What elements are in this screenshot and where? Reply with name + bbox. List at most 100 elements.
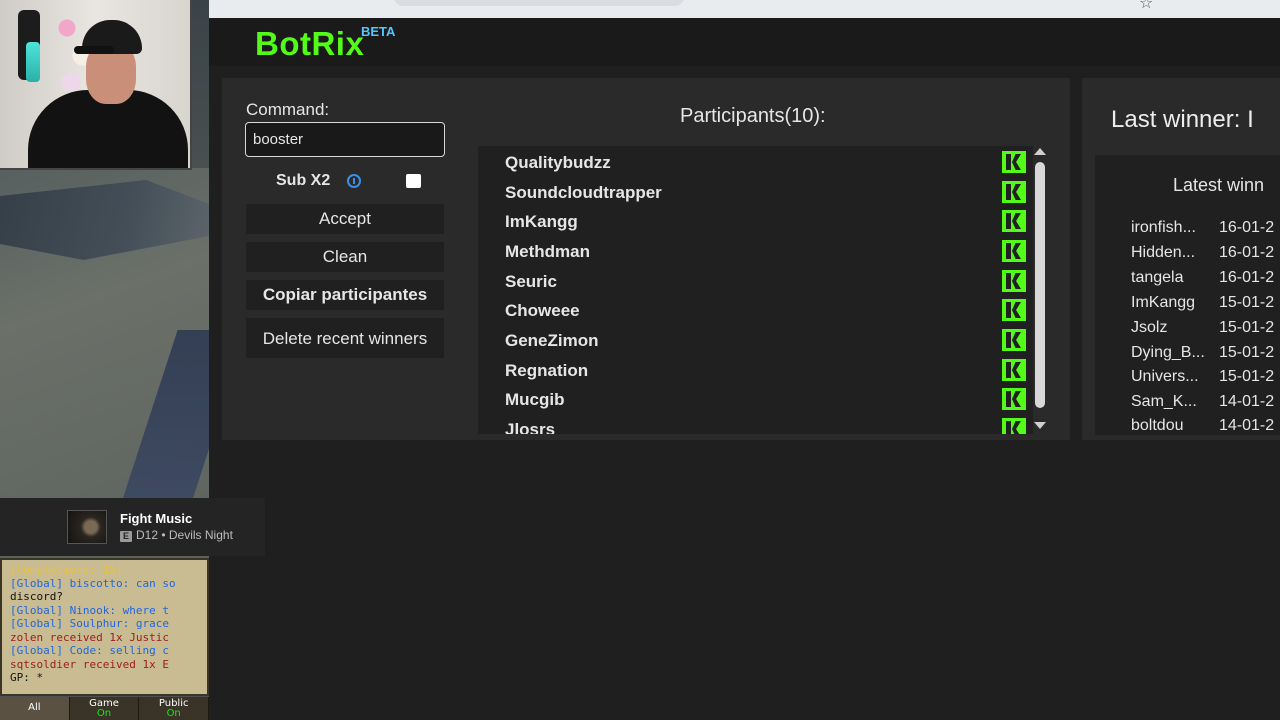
album-art bbox=[67, 510, 107, 544]
botrix-logo[interactable]: BotRix bbox=[255, 25, 364, 63]
winner-date: 14-01-2 bbox=[1219, 417, 1275, 434]
winner-name: Jsolz bbox=[1131, 319, 1168, 336]
winner-date: 15-01-2 bbox=[1219, 294, 1275, 311]
participant-row[interactable]: ImKangg bbox=[505, 207, 1026, 237]
chat-line: discord? bbox=[10, 590, 63, 603]
chat-tab-label: All bbox=[28, 702, 41, 713]
chat-tab-game[interactable]: Game On bbox=[70, 697, 140, 720]
kick-icon bbox=[1002, 299, 1026, 321]
chat-tab-public[interactable]: Public On bbox=[139, 697, 210, 720]
scroll-up-arrow-icon[interactable] bbox=[1034, 148, 1046, 155]
kick-icon bbox=[1002, 210, 1026, 232]
winner-date: 14-01-2 bbox=[1219, 393, 1275, 410]
participant-row[interactable]: Mucgib bbox=[505, 385, 1026, 415]
command-label: Command: bbox=[246, 100, 330, 119]
participant-name: Methdman bbox=[505, 242, 590, 261]
participant-row[interactable]: GeneZimon bbox=[505, 326, 1026, 356]
chat-line: [Global] Code: selling c bbox=[10, 644, 169, 657]
participants-title: Participants(10): bbox=[680, 105, 826, 127]
participant-row[interactable]: Seuric bbox=[505, 267, 1026, 297]
botrix-header: BotRix BETA bbox=[209, 18, 1280, 66]
streamer-cap-brim bbox=[74, 46, 114, 54]
winner-date: 16-01-2 bbox=[1219, 244, 1275, 261]
winner-date: 15-01-2 bbox=[1219, 368, 1275, 385]
song-title: Fight Music bbox=[120, 511, 193, 526]
info-icon[interactable] bbox=[347, 174, 361, 188]
kick-icon bbox=[1002, 388, 1026, 410]
chat-line: GP: * bbox=[10, 671, 44, 684]
game-chatbox: [Completions: 15] [Global] biscotto: can… bbox=[0, 558, 209, 696]
kick-icon bbox=[1002, 270, 1026, 292]
participant-name: Seuric bbox=[505, 272, 557, 291]
participant-name: Regnation bbox=[505, 361, 589, 380]
participant-name: Choweee bbox=[505, 301, 580, 320]
chat-tab-state: On bbox=[166, 708, 181, 719]
scrollbar-thumb[interactable] bbox=[1035, 162, 1045, 408]
participant-row[interactable]: Regnation bbox=[505, 356, 1026, 386]
url-field[interactable] bbox=[394, 0, 684, 6]
explicit-icon: E bbox=[120, 531, 132, 542]
latest-winners-title: Latest winn bbox=[1173, 175, 1265, 195]
delete-recent-winners-button[interactable]: Delete recent winners bbox=[246, 318, 444, 358]
chat-line: [Global] Ninook: where t bbox=[10, 603, 169, 617]
participant-name: ImKangg bbox=[505, 212, 578, 231]
winner-date: 15-01-2 bbox=[1219, 344, 1275, 361]
last-winner-label: Last winner: I bbox=[1111, 106, 1254, 133]
song-artist: E D12 • Devils Night bbox=[120, 528, 233, 542]
song-subtitle: D12 • Devils Night bbox=[136, 528, 233, 542]
winner-name: tangela bbox=[1131, 269, 1184, 286]
clean-button[interactable]: Clean bbox=[246, 242, 444, 272]
participant-row[interactable]: Choweee bbox=[505, 296, 1026, 326]
participant-name: Qualitybudzz bbox=[505, 153, 611, 172]
winner-row: ImKangg 15-01-2 bbox=[1131, 294, 1280, 319]
kick-icon bbox=[1002, 329, 1026, 351]
winner-row: Hidden... 16-01-2 bbox=[1131, 244, 1280, 269]
chat-tab-all[interactable]: All bbox=[0, 697, 70, 720]
beta-badge: BETA bbox=[361, 24, 396, 39]
winner-name: Univers... bbox=[1131, 368, 1199, 385]
chat-line: [Completions: 15] bbox=[10, 563, 123, 576]
now-playing-widget bbox=[0, 498, 265, 556]
copy-participants-button[interactable]: Copiar participantes bbox=[246, 280, 444, 310]
winner-date: 16-01-2 bbox=[1219, 269, 1275, 286]
participant-row[interactable]: Qualitybudzz bbox=[505, 148, 1026, 178]
command-input[interactable] bbox=[245, 122, 445, 157]
participant-name: Soundcloudtrapper bbox=[505, 183, 662, 202]
winner-date: 15-01-2 bbox=[1219, 319, 1275, 336]
winner-row: ironfish... 16-01-2 bbox=[1131, 219, 1280, 244]
kick-icon bbox=[1002, 359, 1026, 381]
winner-name: Hidden... bbox=[1131, 244, 1196, 261]
chat-tabs: All Game On Public On bbox=[0, 697, 210, 720]
winner-row: tangela 16-01-2 bbox=[1131, 269, 1280, 294]
participant-name: Mucgib bbox=[505, 390, 565, 409]
scroll-down-arrow-icon[interactable] bbox=[1034, 422, 1046, 429]
chat-line: sqtsoldier received 1x E bbox=[10, 657, 169, 671]
participants-list[interactable]: Qualitybudzz Soundcloudtrapper ImKangg M… bbox=[478, 146, 1033, 434]
winner-name: Sam_K... bbox=[1131, 393, 1197, 410]
sub-x2-checkbox[interactable] bbox=[406, 174, 421, 188]
winner-row: Dying_B... 15-01-2 bbox=[1131, 344, 1280, 369]
webcam-feed bbox=[0, 0, 192, 170]
winner-name: boltdou bbox=[1131, 417, 1184, 434]
winner-row: boltdou 14-01-2 bbox=[1131, 417, 1280, 435]
chat-tab-state: On bbox=[96, 708, 112, 719]
participant-name: GeneZimon bbox=[505, 331, 599, 350]
chat-line: [Global] biscotto: can so bbox=[10, 576, 176, 590]
winner-name: Dying_B... bbox=[1131, 344, 1205, 361]
winner-row: Sam_K... 14-01-2 bbox=[1131, 393, 1280, 418]
chat-line: [Global] Soulphur: grace bbox=[10, 617, 169, 630]
winner-name: ImKangg bbox=[1131, 294, 1196, 311]
winner-row: Jsolz 15-01-2 bbox=[1131, 319, 1280, 344]
mic-light bbox=[26, 42, 40, 82]
participant-row[interactable]: Jlosrs bbox=[505, 415, 1026, 434]
winner-date: 16-01-2 bbox=[1219, 219, 1275, 236]
accept-button[interactable]: Accept bbox=[246, 204, 444, 234]
participant-name: Jlosrs bbox=[505, 420, 556, 434]
kick-icon bbox=[1002, 240, 1026, 262]
bookmark-star-icon[interactable]: ☆ bbox=[1139, 0, 1153, 13]
sub-x2-label: Sub X2 bbox=[276, 172, 331, 189]
kick-icon bbox=[1002, 151, 1026, 173]
participant-row[interactable]: Methdman bbox=[505, 237, 1026, 267]
chat-line: zolen received 1x Justic bbox=[10, 630, 169, 644]
participant-row[interactable]: Soundcloudtrapper bbox=[505, 178, 1026, 208]
